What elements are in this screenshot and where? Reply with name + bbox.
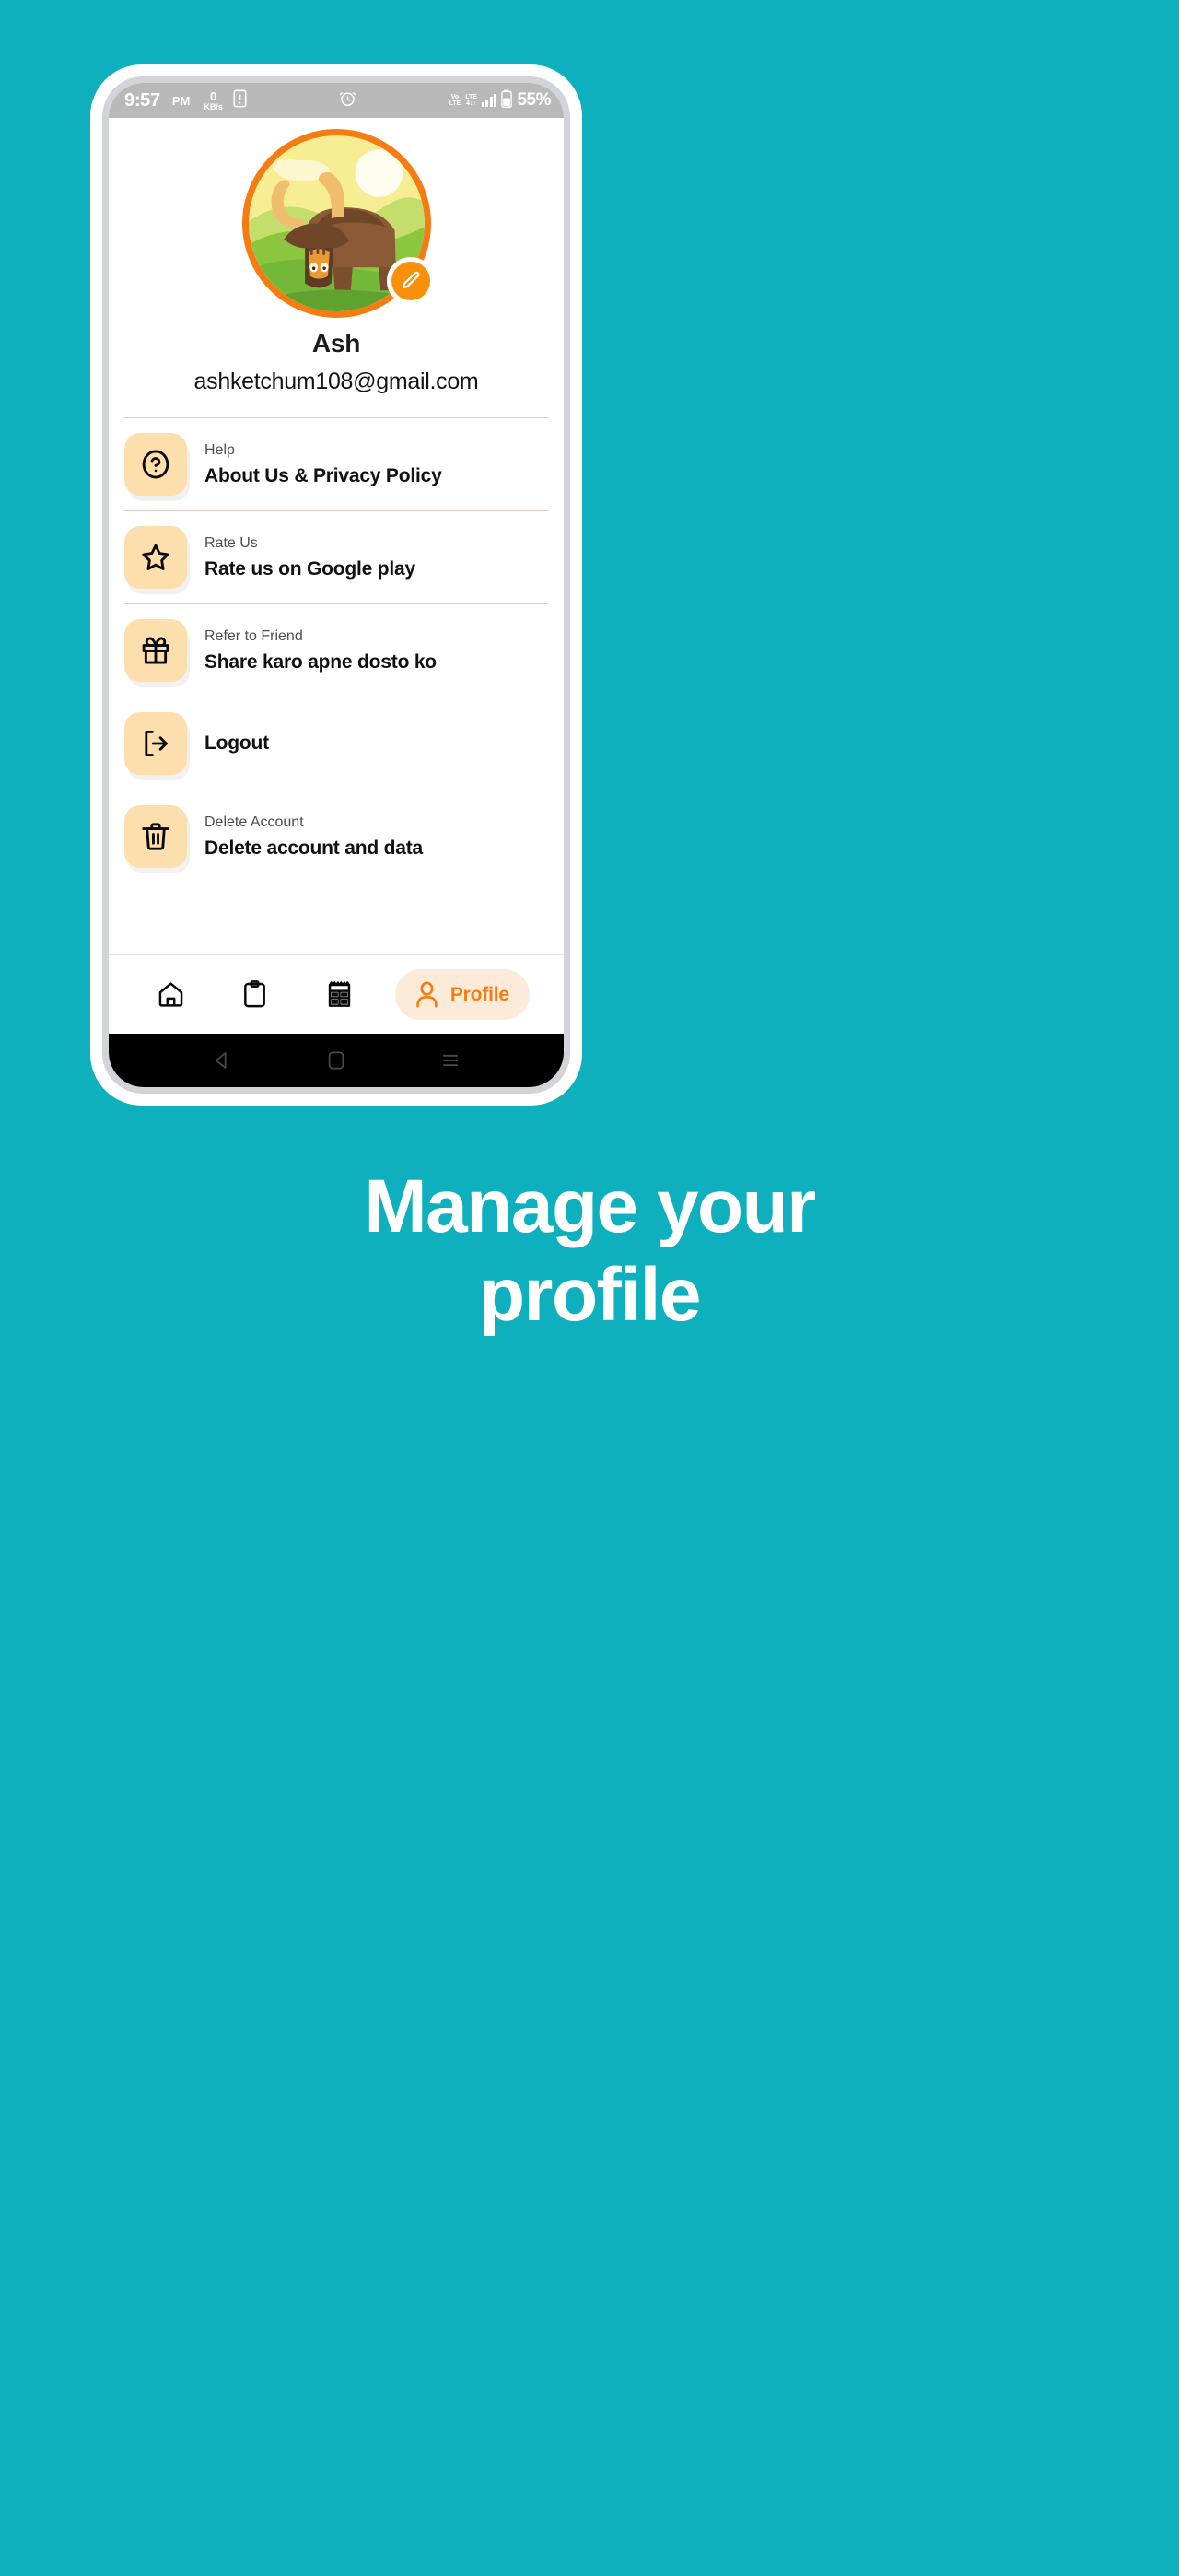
status-bar-left: 9:57 PM 0 KB/s: [124, 88, 247, 112]
person-icon: [416, 981, 438, 1008]
phone-mockup: 9:57 PM 0 KB/s Vo LTE LTE 4↓↑ 55% Ash as…: [90, 64, 582, 1106]
receipt-icon: [328, 981, 350, 1007]
avatar-wrapper: [241, 129, 435, 318]
rate-us-icon-tile: [124, 526, 187, 589]
phone-screen: 9:57 PM 0 KB/s Vo LTE LTE 4↓↑ 55% Ash as…: [109, 83, 564, 1087]
status-bar-center: [247, 88, 449, 112]
home-square-icon[interactable]: [326, 1048, 346, 1072]
menu-subtitle: Refer to Friend: [204, 627, 303, 644]
menu-text: Rate Us Rate us on Google play: [204, 534, 415, 580]
user-email: ashketchum108@gmail.com: [193, 369, 479, 394]
user-name: Ash: [311, 329, 361, 357]
home-icon: [158, 982, 183, 1007]
status-bar-right: Vo LTE LTE 4↓↑ 55%: [449, 89, 551, 112]
sim-alert-icon: [233, 88, 247, 112]
help-circle-icon: [142, 450, 169, 479]
logout-icon-tile: [124, 712, 187, 775]
logout-icon: [145, 730, 168, 757]
signal-bars-icon: [481, 93, 497, 107]
nav-item-receipts[interactable]: [311, 969, 368, 1020]
battery-percent: 55%: [517, 90, 551, 110]
menu-text: Delete Account Delete account and data: [204, 814, 423, 860]
menu-subtitle: Delete Account: [204, 814, 304, 830]
recents-menu-icon[interactable]: [438, 1048, 462, 1072]
delete-icon-tile: [124, 805, 187, 868]
profile-header: Ash ashketchum108@gmail.com: [109, 118, 564, 395]
alarm-clock-icon: [338, 88, 357, 112]
menu-title: Share karo apne dosto ko: [204, 650, 437, 673]
trash-icon: [142, 823, 169, 850]
menu-item-help[interactable]: Help About Us & Privacy Policy: [124, 417, 548, 510]
nav-item-profile-label: Profile: [449, 983, 509, 1005]
network-speed-unit: KB/s: [204, 101, 223, 111]
phone-bezel: 9:57 PM 0 KB/s Vo LTE LTE 4↓↑ 55% Ash as…: [102, 76, 570, 1094]
lte-icon: LTE 4↓↑: [465, 93, 477, 107]
menu-item-rate-us[interactable]: Rate Us Rate us on Google play: [124, 510, 548, 603]
menu-item-logout[interactable]: Logout: [124, 697, 548, 790]
menu-item-refer-friend[interactable]: Refer to Friend Share karo apne dosto ko: [124, 603, 548, 697]
volte-icon: Vo LTE: [449, 93, 461, 107]
gift-icon: [142, 637, 169, 664]
menu-title: Delete account and data: [204, 837, 423, 859]
menu-item-delete-account[interactable]: Delete Account Delete account and data: [124, 790, 548, 883]
menu-subtitle: Help: [204, 441, 235, 458]
menu-subtitle: Rate Us: [204, 534, 258, 551]
pencil-icon: [402, 271, 419, 289]
network-speed: 0 KB/s: [204, 90, 223, 111]
profile-menu-list: Help About Us & Privacy Policy Rate Us R…: [109, 417, 564, 954]
help-icon-tile: [124, 433, 187, 496]
menu-title: Logout: [204, 732, 269, 754]
menu-text: Refer to Friend Share karo apne dosto ko: [204, 627, 437, 673]
refer-icon-tile: [124, 619, 187, 682]
menu-title: About Us & Privacy Policy: [204, 464, 442, 486]
status-bar: 9:57 PM 0 KB/s Vo LTE LTE 4↓↑ 55%: [109, 83, 564, 118]
star-icon: [142, 544, 169, 570]
clipboard-icon: [244, 980, 266, 1008]
menu-text: Logout: [204, 732, 269, 755]
promo-caption: Manage your profile: [0, 1163, 1179, 1340]
back-triangle-icon[interactable]: [210, 1048, 234, 1072]
promo-caption-line2: profile: [478, 1252, 702, 1337]
nav-item-orders[interactable]: [227, 969, 283, 1020]
promo-caption-line1: Manage your: [364, 1165, 816, 1248]
nav-item-home[interactable]: [143, 969, 199, 1020]
network-speed-value: 0: [209, 88, 217, 103]
menu-text: Help About Us & Privacy Policy: [204, 441, 442, 487]
status-ampm: PM: [171, 93, 191, 108]
android-system-nav: [109, 1034, 564, 1087]
battery-icon: [501, 89, 513, 112]
bottom-nav-bar: Profile: [109, 954, 564, 1034]
edit-profile-button[interactable]: [386, 257, 435, 305]
status-time: 9:57: [124, 90, 160, 111]
menu-title: Rate us on Google play: [204, 557, 415, 580]
nav-item-profile[interactable]: Profile: [394, 969, 530, 1020]
